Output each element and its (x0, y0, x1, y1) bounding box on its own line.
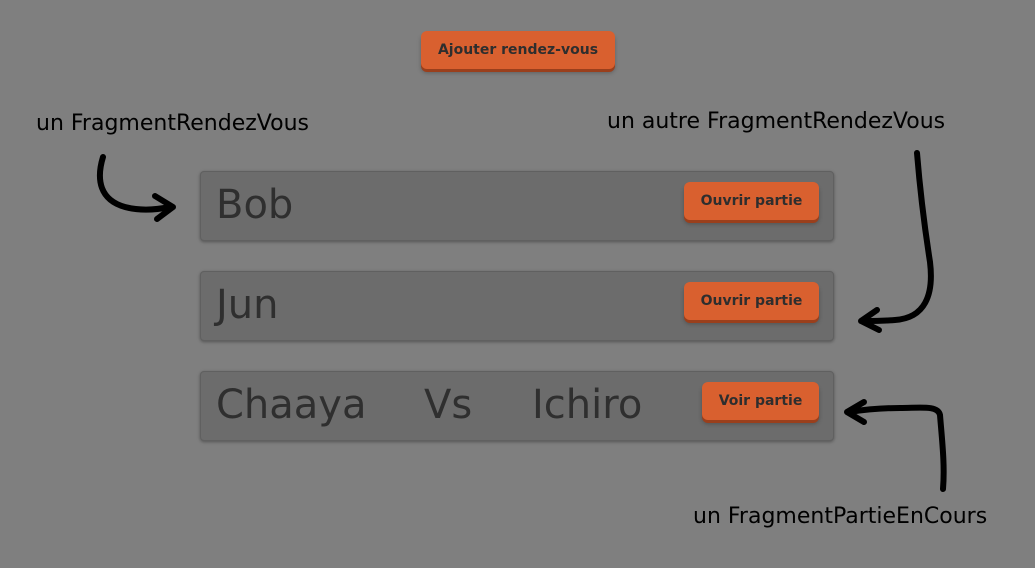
arrowhead-left-icon (152, 193, 176, 222)
appointment-card-jun: Jun Ouvrir partie (200, 271, 834, 341)
appointment-card-bob: Bob Ouvrir partie (200, 171, 834, 241)
arrow-right-top-icon (860, 150, 934, 324)
player-two-name: Ichiro (532, 382, 643, 428)
add-appointment-button[interactable]: Ajouter rendez-vous (421, 31, 615, 69)
game-in-progress-card: Chaaya Vs Ichiro Voir partie (200, 371, 834, 441)
open-game-button[interactable]: Ouvrir partie (684, 182, 819, 220)
appointment-name: Jun (216, 282, 279, 328)
arrow-left-icon (97, 154, 173, 213)
open-game-button[interactable]: Ouvrir partie (684, 282, 819, 320)
annotation-fragment-rendezvous: un FragmentRendezVous (36, 111, 309, 136)
arrow-right-bottom-icon (846, 404, 947, 492)
annotation-fragment-partie-en-cours: un FragmentPartieEnCours (693, 504, 988, 529)
appointment-name: Bob (216, 182, 294, 228)
player-one-name: Chaaya (216, 382, 367, 428)
annotation-other-fragment-rendezvous: un autre FragmentRendezVous (607, 109, 946, 134)
arrowhead-right-top-icon (858, 307, 882, 333)
arrowhead-right-bottom-icon (844, 399, 867, 425)
view-game-button[interactable]: Voir partie (702, 382, 819, 420)
vs-label: Vs (424, 382, 473, 428)
